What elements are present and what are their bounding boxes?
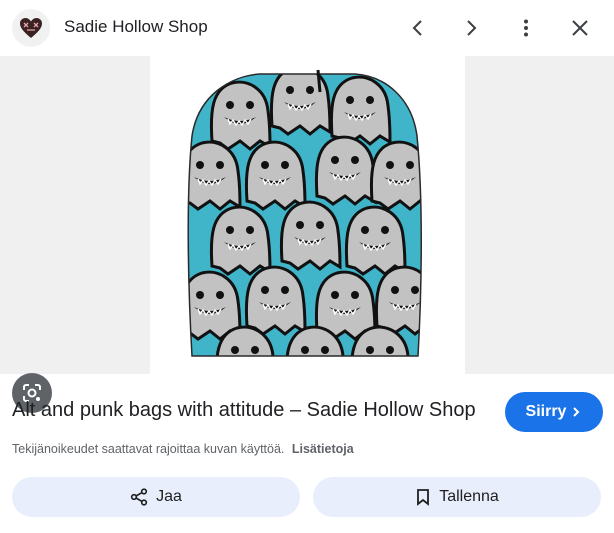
site-favicon[interactable]: [12, 9, 50, 47]
chevron-right-icon: [467, 20, 477, 36]
copyright-notice: Tekijänoikeudet saattavat rajoittaa kuva…: [12, 442, 354, 456]
backpack-image: [187, 69, 422, 357]
bookmark-icon: [417, 489, 430, 506]
image-preview-area: [0, 56, 614, 413]
site-name[interactable]: Sadie Hollow Shop: [64, 17, 208, 37]
copyright-text: Tekijänoikeudet saattavat rajoittaa kuva…: [12, 442, 285, 456]
share-icon: [130, 488, 148, 506]
heart-logo-icon: [20, 18, 42, 38]
share-label: Jaa: [156, 488, 182, 505]
more-vert-icon: [524, 19, 528, 37]
visit-button[interactable]: Siirry: [505, 392, 603, 432]
learn-more-link[interactable]: Lisätietoja: [292, 442, 354, 456]
product-image[interactable]: [150, 56, 465, 374]
share-button[interactable]: Jaa: [12, 477, 300, 517]
visit-button-label: Siirry: [525, 403, 567, 420]
header-bar: Sadie Hollow Shop: [0, 0, 614, 56]
close-icon: [572, 20, 588, 36]
result-title[interactable]: Alt and punk bags with attitude – Sadie …: [12, 399, 476, 422]
save-button[interactable]: Tallenna: [313, 477, 601, 517]
chevron-left-icon: [412, 20, 422, 36]
chevron-right-icon: [573, 407, 580, 417]
next-button[interactable]: [455, 12, 487, 44]
close-button[interactable]: [564, 12, 596, 44]
more-options-button[interactable]: [510, 12, 542, 44]
save-label: Tallenna: [439, 488, 499, 505]
previous-button[interactable]: [402, 12, 434, 44]
